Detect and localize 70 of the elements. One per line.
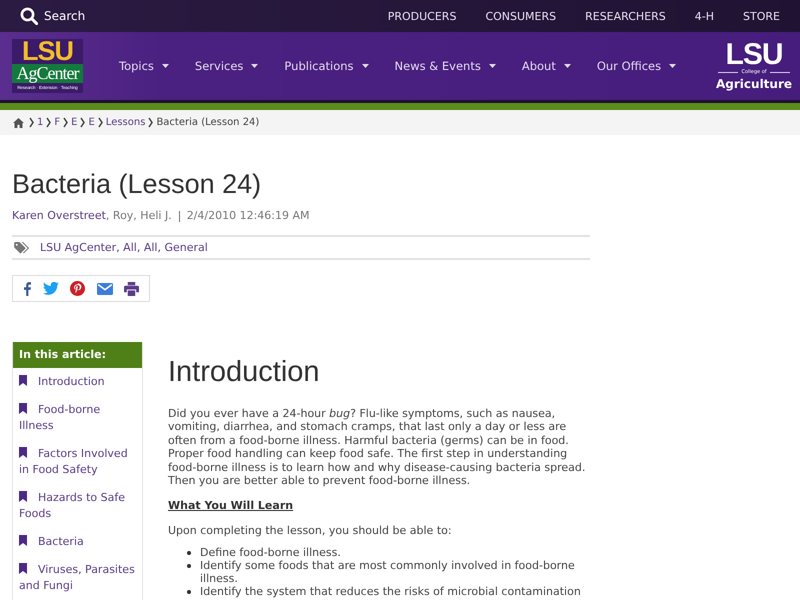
breadcrumb-link[interactable]: F [54, 117, 60, 128]
toc-link[interactable]: Bacteria [19, 534, 138, 550]
objective-text: Identify some foods that are most commonly involved in food-borne illness. [200, 559, 576, 586]
author-link[interactable]: Karen Overstreet [12, 209, 106, 222]
chevron-icon [63, 117, 68, 128]
print-icon[interactable] [124, 282, 140, 296]
objective-text: Define food-borne illness. [200, 546, 341, 560]
chevron-icon [46, 117, 52, 128]
nav-menu-button[interactable]: News & Events [394, 59, 496, 73]
breadcrumb-link[interactable]: Lessons [106, 117, 146, 128]
chevron-icon [80, 117, 86, 128]
top-nav-link[interactable]: 4-H [694, 10, 714, 22]
nav-menu-button[interactable]: Services [194, 59, 258, 73]
bookmark-icon [19, 491, 27, 502]
tags-icon [14, 242, 30, 254]
facebook-icon[interactable] [22, 282, 32, 296]
toc-link[interactable]: Hazards to Safe Foods [19, 490, 138, 522]
nav-menu-button[interactable]: Topics [119, 59, 169, 73]
bookmark-icon [19, 447, 27, 458]
breadcrumb-link[interactable]: E [71, 117, 78, 128]
logo-wordmark: LSU [726, 42, 782, 68]
breadcrumb-link[interactable]: 1 [37, 117, 44, 128]
top-nav-link[interactable]: STORE [743, 10, 780, 22]
caret-icon [362, 64, 369, 68]
top-nav-link[interactable]: CONSUMERS [485, 10, 556, 22]
lead-text: Upon completing the lesson, you should be able to: [168, 524, 453, 538]
toc-link[interactable]: Food-borne Illness [19, 402, 138, 434]
top-nav-link[interactable]: PRODUCERS [388, 10, 456, 22]
caret-icon [162, 64, 169, 68]
pinterest-icon[interactable] [70, 281, 86, 296]
nav-menu-button[interactable]: About [522, 59, 571, 73]
subheading: What You Will Learn [168, 499, 294, 514]
top-nav-link[interactable]: RESEARCHERS [585, 10, 666, 22]
tags-link[interactable]: LSU AgCenter, All, All, General [40, 241, 208, 254]
byline: Karen Overstreet, Roy, Heli J. [12, 209, 172, 223]
caret-icon [669, 64, 676, 68]
logo-title: Agriculture [716, 76, 792, 90]
bookmark-icon [19, 535, 27, 546]
objective-text: Identify the system that reduces the risks of microbial contamination [200, 585, 581, 598]
bullet-icon [187, 551, 191, 556]
breadcrumb-link[interactable]: E [88, 117, 95, 128]
nav-menu-button[interactable]: Our Offices [596, 59, 676, 73]
toc-link[interactable]: Viruses, Parasites and Fungi [19, 562, 138, 594]
caret-icon [564, 64, 571, 68]
chevron-icon [29, 117, 34, 128]
bullet-icon [187, 564, 191, 568]
logo-wordmark: LSU [21, 39, 74, 64]
caret-icon [251, 64, 258, 68]
search-icon [20, 7, 38, 25]
home-icon[interactable] [13, 118, 24, 128]
toc-link[interactable]: Factors Involved in Food Safety [19, 446, 138, 478]
search-button[interactable]: Search [20, 7, 86, 25]
chevron-icon [98, 117, 103, 128]
toc-link[interactable]: Introduction [19, 374, 138, 390]
logo-name: AgCenter [12, 64, 83, 83]
article-title: Bacteria (Lesson 24) [12, 168, 262, 200]
twitter-icon[interactable] [43, 282, 60, 295]
bookmark-icon [19, 403, 27, 414]
section-heading: Introduction [168, 355, 321, 389]
intro-paragraph: Did you ever have a 24-hour bug? Flu-like symptoms, such as nausea, vomiting, diarrhea, and stomach cramps, that last only a day or less are often from a food-borne illness. Harmful bacteria (germs) can be in food. Proper food handling can keep food safe. The first step in understanding food-borne illness is to learn how and why disease-causing bacteria spread. Then you are better able to prevent food-borne illness. [168, 407, 586, 488]
caret-icon [488, 64, 496, 68]
toc-header: In this article: [13, 342, 142, 368]
publish-date: 2/4/2010 12:46:19 AM [186, 209, 310, 223]
bullet-icon [187, 590, 191, 594]
bookmark-icon [19, 375, 27, 386]
email-icon[interactable] [96, 282, 113, 294]
nav-menu-button[interactable]: Publications [284, 59, 369, 73]
bookmark-icon [19, 563, 27, 574]
breadcrumb-current: Bacteria (Lesson 24) [156, 117, 260, 128]
chevron-icon [148, 117, 154, 128]
